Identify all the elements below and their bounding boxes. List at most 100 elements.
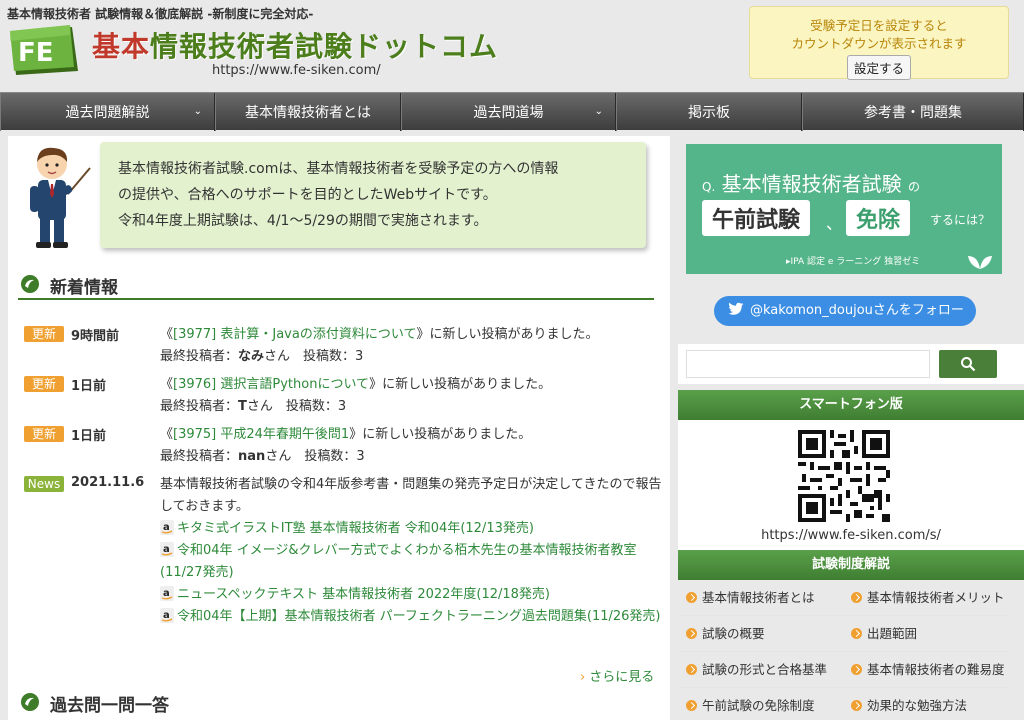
book-link-item: a 令和04年【上期】基本情報技術者 パーフェクトラーニング過去問題集(11/26… [160, 606, 664, 628]
intro-line-1: 基本情報技術者試験.comは、基本情報技術者を受験予定の方への情報 [118, 161, 559, 177]
news-line: 《[3977] 表計算・Javaの添付資料について》に新しい投稿がありました。 [160, 327, 599, 342]
twitter-bird-icon [728, 302, 744, 315]
nav-item-past-questions[interactable]: 過去問題解説 ⌄ [0, 93, 215, 131]
news-line: 《[3976] 選択言語Pythonについて》に新しい投稿がありました。 [160, 377, 552, 392]
svg-text:a: a [163, 588, 170, 599]
exemption-banner[interactable]: Q. 基本情報技術者試験 の 午前試験 、 免除 するには？ ▸IPA 認定 e… [686, 144, 1002, 274]
section-swirl-icon [21, 275, 39, 293]
news-time: 9時間前 [71, 329, 120, 344]
exam-link[interactable]: 出題範囲 [845, 616, 1009, 652]
countdown-set-button[interactable]: 設定する [846, 55, 911, 80]
site-header: 基本情報技術者 試験情報＆徹底解説 -新制度に完全対応- FE 基本情報技術者試… [0, 0, 1024, 92]
arrow-bullet-icon [851, 592, 862, 603]
banner-question: Q. 基本情報技術者試験 の [702, 172, 920, 196]
book-link-item: a ニュースペックテキスト 基本情報技術者 2022年度(12/18発売) [160, 584, 664, 606]
banner-suffix: するには？ [930, 213, 991, 227]
search-button[interactable] [939, 350, 997, 378]
fe-logo-icon[interactable]: FE [8, 23, 82, 78]
book-link[interactable]: キタミ式イラストIT塾 基本情報技術者 令和04年(12/13発売) [177, 521, 534, 536]
news-text: 基本情報技術者試験の令和4年版参考書・問題集の発売予定日が決定してきたので報告し… [160, 477, 662, 514]
thread-link[interactable]: [3975] 平成24年春期午後問1 [173, 427, 349, 442]
site-title-accent: 基本 [92, 30, 151, 63]
update-badge: 更新 [24, 326, 64, 342]
main-nav: 過去問題解説 ⌄ 基本情報技術者とは 過去問道場 ⌄ 掲示板 参考書・問題集 [0, 92, 1024, 131]
amazon-icon: a [160, 586, 174, 601]
amazon-icon: a [160, 542, 174, 557]
nav-item-about[interactable]: 基本情報技術者とは [215, 93, 401, 131]
leaf-icon [968, 256, 992, 269]
site-title[interactable]: 基本情報技術者試験ドットコム [92, 25, 498, 65]
banner-pill-morning-exam: 午前試験 [702, 200, 811, 236]
nav-item-label: 基本情報技術者とは [245, 105, 371, 121]
poster-line: 最終投稿者：Tさん 投稿数：3 [160, 399, 347, 414]
news-line: 《[3975] 平成24年春期午後問1》に新しい投稿がありました。 [160, 427, 532, 442]
exam-link[interactable]: 午前試験の免除制度 [680, 688, 844, 720]
site-url: https://www.fe-siken.com/ [212, 63, 381, 78]
book-link[interactable]: 令和04年【上期】基本情報技術者 パーフェクトラーニング過去問題集(11/26発… [177, 609, 661, 624]
update-badge: 更新 [24, 376, 64, 392]
poster-name: T [238, 399, 247, 414]
exam-link[interactable]: 基本情報技術者とは [680, 580, 844, 616]
poster-line: 最終投稿者：nanさん 投稿数：3 [160, 449, 365, 464]
news-body: 《[3976] 選択言語Pythonについて》に新しい投稿がありました。 最終投… [160, 374, 664, 418]
countdown-text: 受験予定日を設定すると カウントダウンが表示されます [750, 17, 1008, 53]
twitter-follow-label: @kakomon_doujouさんをフォロー [750, 303, 964, 318]
thread-link[interactable]: [3976] 選択言語Pythonについて [173, 377, 369, 392]
site-title-rest: 情報技術者試験ドットコム [150, 30, 499, 63]
nav-item-label: 過去問題解説 [65, 105, 150, 121]
thread-link[interactable]: [3977] 表計算・Javaの添付資料について [173, 327, 416, 342]
svg-text:a: a [163, 522, 170, 533]
news-badge: News [24, 476, 64, 492]
countdown-panel: 受験予定日を設定すると カウントダウンが表示されます 設定する [749, 6, 1009, 80]
search-input[interactable] [686, 350, 930, 378]
nav-item-dojo[interactable]: 過去問道場 ⌄ [401, 93, 616, 131]
news-date: 2021.11.6 [71, 475, 145, 490]
qa-section-header: 過去問一問一答 [18, 688, 654, 718]
arrow-bullet-icon [851, 664, 862, 675]
exam-link[interactable]: 試験の概要 [680, 616, 844, 652]
arrow-bullet-icon [851, 700, 862, 711]
arrow-bullet-icon [686, 628, 697, 639]
more-news-link[interactable]: › さらに見る [580, 666, 654, 685]
nav-item-books[interactable]: 参考書・問題集 [802, 93, 1024, 131]
poster-line: 最終投稿者：なみさん 投稿数：3 [160, 349, 364, 364]
main-content: 基本情報技術者試験.comは、基本情報技術者を受験予定の方への情報 の提供や、合… [8, 136, 670, 720]
arrow-bullet-icon [686, 592, 697, 603]
nav-item-label: 参考書・問題集 [864, 105, 962, 121]
svg-text:a: a [163, 610, 170, 621]
amazon-icon: a [160, 520, 174, 535]
teacher-mascot-icon [30, 147, 91, 248]
svg-text:a: a [163, 544, 170, 555]
banner-footer: ▸IPA 認定 e ラーニング 独習ゼミ [786, 257, 921, 267]
arrow-bullet-icon [851, 628, 862, 639]
book-link-item: a 令和04年 イメージ&クレバー方式でよくわかる栢木先生の基本情報技術者教室(1… [160, 540, 664, 584]
banner-pill-exemption: 免除 [846, 200, 911, 236]
smartphone-box: https://www.fe-siken.com/s/ [678, 420, 1024, 550]
chevron-down-icon: ⌄ [594, 106, 603, 117]
chevron-down-icon: ⌄ [193, 106, 202, 117]
nav-item-label: 過去問道場 [473, 105, 544, 121]
qr-code-icon [798, 430, 890, 522]
book-link[interactable]: ニュースペックテキスト 基本情報技術者 2022年度(12/18発売) [177, 587, 550, 602]
exam-link[interactable]: 試験の形式と合格基準 [680, 652, 844, 688]
news-title: 新着情報 [50, 278, 118, 298]
sidebar: Q. 基本情報技術者試験 の 午前試験 、 免除 するには？ ▸IPA 認定 e… [678, 136, 1024, 720]
news-body: 《[3977] 表計算・Javaの添付資料について》に新しい投稿がありました。 … [160, 324, 664, 368]
book-link[interactable]: 令和04年 イメージ&クレバー方式でよくわかる栢木先生の基本情報技術者教室(11… [160, 543, 637, 580]
nav-item-board[interactable]: 掲示板 [616, 93, 802, 131]
intro-line-2: の提供や、合格へのサポートを目的としたWebサイトです。 [118, 187, 497, 203]
exam-link[interactable]: 効果的な勉強方法 [845, 688, 1009, 720]
arrow-bullet-icon [686, 700, 697, 711]
section-swirl-icon [21, 693, 39, 711]
news-body: 《[3975] 平成24年春期午後問1》に新しい投稿がありました。 最終投稿者：… [160, 424, 664, 468]
logo-text: FE [18, 38, 54, 68]
amazon-icon: a [160, 608, 174, 623]
exam-link[interactable]: 基本情報技術者メリット [845, 580, 1009, 616]
nav-item-label: 掲示板 [688, 105, 730, 121]
search-icon [961, 357, 976, 372]
twitter-follow-button[interactable]: @kakomon_doujouさんをフォロー [714, 296, 976, 326]
countdown-line-2: カウントダウンが表示されます [791, 36, 967, 51]
countdown-line-1: 受験予定日を設定すると [810, 18, 948, 33]
smartphone-url[interactable]: https://www.fe-siken.com/s/ [678, 528, 1024, 543]
exam-link[interactable]: 基本情報技術者の難易度 [845, 652, 1009, 688]
